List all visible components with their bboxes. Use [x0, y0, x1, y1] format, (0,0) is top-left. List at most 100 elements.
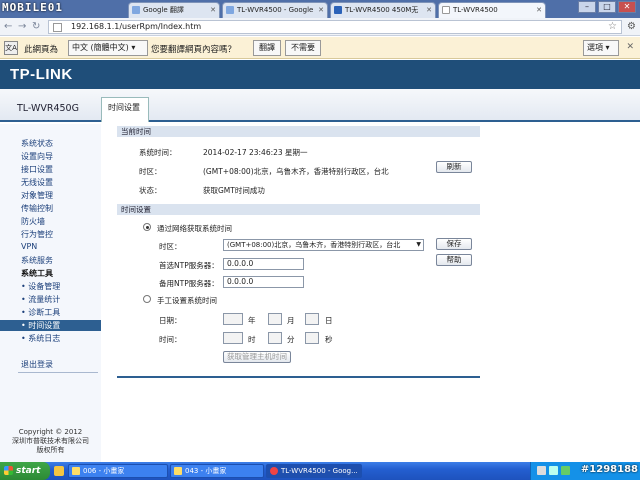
model-name: TL-WVR450G	[17, 103, 79, 114]
translate-prompt-text: 此網頁為	[24, 45, 59, 55]
router-header: TP-LINK	[0, 60, 640, 89]
back-icon[interactable]: ←	[4, 21, 12, 33]
maximize-icon[interactable]: □	[598, 1, 616, 13]
sidebar-item-wireless[interactable]: 无线设置	[21, 177, 53, 188]
sidebar-item-traffic[interactable]: • 流量统计	[21, 294, 60, 305]
browser-tab-tplink-product[interactable]: TL-WVR4500 450M无 ✕	[330, 2, 436, 18]
copyright-line-1: Copyright © 2012	[18, 428, 83, 436]
language-select[interactable]: 中文 (簡體中文) ▾	[68, 40, 148, 56]
sidebar-item-behavior[interactable]: 行为管控	[21, 229, 53, 240]
browser-tab-google-translate[interactable]: Google 翻譯 ✕	[128, 2, 220, 18]
sidebar-item-interface[interactable]: 接口设置	[21, 164, 53, 175]
taskbar-item-paint-2[interactable]: 043 - 小畫家	[170, 464, 264, 478]
windows-flag-icon	[4, 466, 13, 475]
window-controls: – □ ✕	[578, 1, 636, 13]
browser-tab-google-search[interactable]: TL-WVR4500 - Google ✕	[222, 2, 328, 18]
brand-logo: TP-LINK	[10, 66, 73, 83]
wrench-icon[interactable]: ⚙	[627, 21, 636, 32]
forward-icon[interactable]: →	[18, 21, 26, 33]
translate-infobar: 文A 此網頁為 中文 (簡體中文) ▾ 您要翻譯網頁內容嗎？ 翻譯 不需要 選項…	[0, 37, 640, 59]
ntp-secondary-label: 备用NTP服务器：	[159, 279, 219, 288]
save-button[interactable]: 保存	[436, 238, 472, 250]
browser-tab-router[interactable]: TL-WVR4500 ✕	[438, 2, 546, 18]
minute-unit: 分	[287, 335, 295, 344]
sidebar-item-time-settings[interactable]: • 时间设置	[0, 320, 101, 331]
tab-label: TL-WVR4500	[453, 6, 498, 14]
task-label: 006 - 小畫家	[83, 467, 125, 475]
tab-time-settings[interactable]: 时间设置	[101, 97, 149, 122]
bookmark-star-icon[interactable]: ☆	[608, 21, 617, 33]
chrome-icon	[270, 467, 278, 475]
month-input[interactable]	[268, 313, 282, 325]
day-unit: 日	[325, 316, 333, 325]
copyright-line-2: 深圳市普联技术有限公司	[12, 437, 89, 445]
sidebar-item-transfer[interactable]: 传输控制	[21, 203, 53, 214]
options-button[interactable]: 選項 ▾	[583, 40, 619, 56]
task-label: TL-WVR4500 - Goog...	[281, 467, 358, 475]
ntp-primary-input[interactable]: 0.0.0.0	[223, 258, 304, 270]
second-input[interactable]	[305, 332, 319, 344]
close-window-icon[interactable]: ✕	[618, 1, 636, 13]
copyright-line-3: 版权所有	[36, 446, 65, 454]
url-input[interactable]: 192.168.1.1/userRpm/Index.htm ☆	[48, 20, 622, 34]
ntp-secondary-input[interactable]: 0.0.0.0	[223, 276, 304, 288]
sidebar-item-status[interactable]: 系统状态	[21, 138, 53, 149]
section-header-current-time: 当前时间	[117, 126, 480, 137]
sidebar-item-syslog[interactable]: • 系统日志	[21, 333, 60, 344]
sidebar-item-vpn[interactable]: VPN	[21, 242, 37, 251]
language-icon[interactable]	[537, 466, 546, 475]
sidebar-item-wizard[interactable]: 设置向导	[21, 151, 53, 162]
date-label: 日期：	[159, 316, 182, 325]
language-select-value: 中文 (簡體中文)	[72, 43, 129, 52]
page-icon	[442, 6, 450, 14]
minimize-icon[interactable]: –	[578, 1, 596, 13]
sidebar-item-logout[interactable]: 退出登录	[21, 359, 53, 370]
sidebar-item-services[interactable]: 系统服务	[21, 255, 53, 266]
taskbar-item-chrome[interactable]: TL-WVR4500 - Goog...	[266, 464, 362, 478]
help-button[interactable]: 帮助	[436, 254, 472, 266]
google-icon	[132, 6, 140, 14]
google-icon	[226, 6, 234, 14]
system-time-label: 系统时间：	[139, 148, 177, 157]
paint-icon	[174, 467, 182, 475]
sidebar-item-device-mgmt[interactable]: • 设备管理	[21, 281, 60, 292]
chevron-down-icon: ▼	[416, 241, 421, 248]
minute-input[interactable]	[268, 332, 282, 344]
status-value: 获取GMT时间成功	[203, 186, 265, 195]
watermark-logo: MOBILE01	[2, 1, 63, 14]
sidebar-item-diagnostics[interactable]: • 诊断工具	[21, 307, 60, 318]
network-icon[interactable]	[549, 466, 558, 475]
day-input[interactable]	[305, 313, 319, 325]
translate-button[interactable]: 翻譯	[253, 40, 281, 56]
speaker-icon[interactable]	[561, 466, 570, 475]
options-label: 選項	[587, 43, 603, 52]
sidebar-item-firewall[interactable]: 防火墙	[21, 216, 45, 227]
manual-time-radio[interactable]	[143, 295, 151, 303]
close-icon[interactable]: ✕	[626, 42, 634, 52]
close-icon[interactable]: ✕	[426, 3, 432, 17]
sidebar-item-tools[interactable]: 系统工具	[21, 268, 53, 279]
timezone-select[interactable]: (GMT+08:00)北京，乌鲁木齐，香港特别行政区，台北 ▼	[223, 239, 424, 251]
timezone-label: 时区：	[139, 167, 162, 176]
tab-label: TL-WVR4500 450M无	[345, 6, 419, 14]
tab-label: TL-WVR4500 - Google	[237, 6, 314, 14]
section-bottom-line	[117, 376, 480, 378]
year-unit: 年	[248, 316, 256, 325]
auto-time-radio[interactable]	[143, 223, 151, 231]
quicklaunch-icon[interactable]	[54, 466, 64, 476]
year-input[interactable]	[223, 313, 243, 325]
timezone-select-label: 时区：	[159, 242, 182, 251]
manual-time-label: 手工设置系统时间	[157, 296, 217, 305]
close-icon[interactable]: ✕	[318, 3, 324, 17]
status-label: 状态：	[139, 186, 162, 195]
hour-input[interactable]	[223, 332, 243, 344]
reload-icon[interactable]: ↻	[32, 21, 40, 33]
sidebar-item-objects[interactable]: 对象管理	[21, 190, 53, 201]
close-icon[interactable]: ✕	[536, 3, 542, 17]
start-button[interactable]: start	[0, 462, 50, 480]
taskbar-item-paint-1[interactable]: 006 - 小畫家	[68, 464, 168, 478]
get-host-time-button[interactable]: 获取管理主机时间	[223, 351, 291, 363]
close-icon[interactable]: ✕	[210, 3, 216, 17]
no-thanks-button[interactable]: 不需要	[285, 40, 321, 56]
refresh-button[interactable]: 刷新	[436, 161, 472, 173]
